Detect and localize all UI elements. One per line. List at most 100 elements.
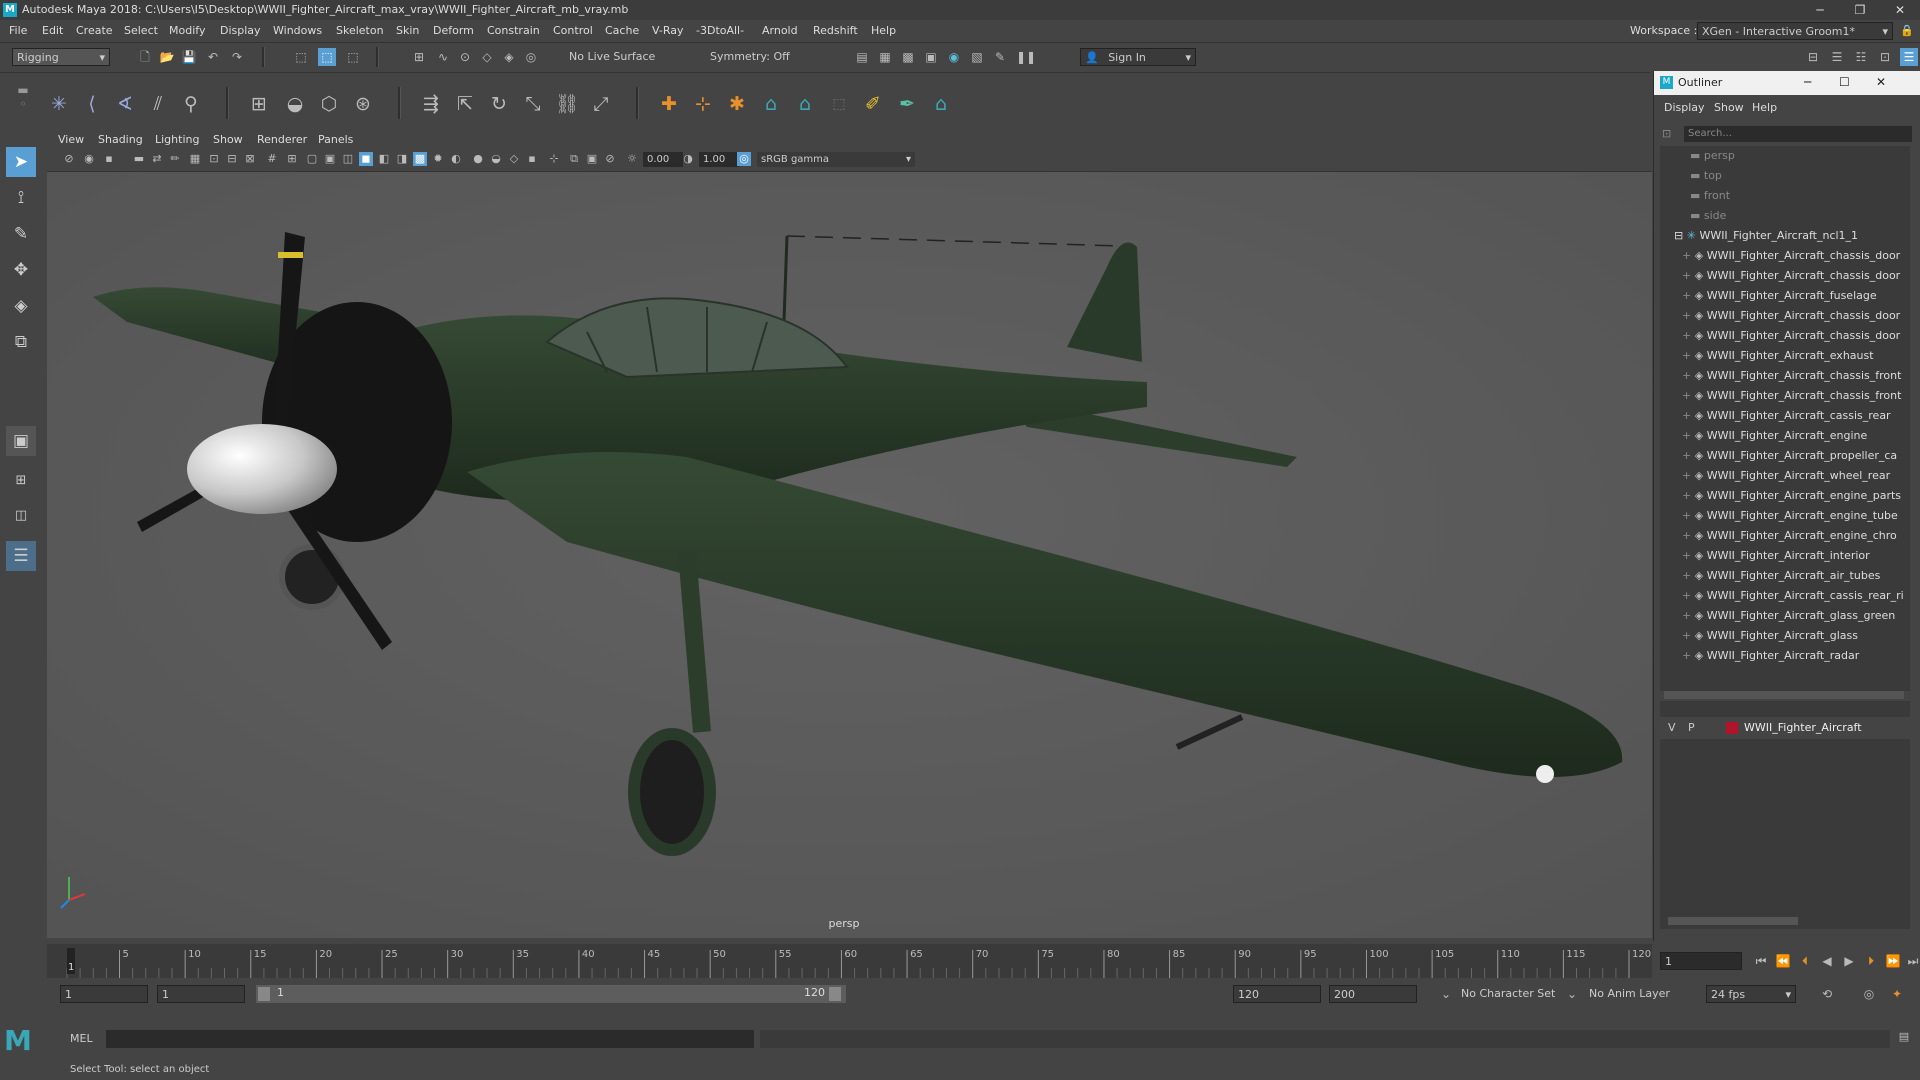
light-editor-icon[interactable]: ✎ [991, 48, 1009, 66]
outliner-search-input[interactable]: Search... [1684, 126, 1912, 142]
scale-tool-icon[interactable]: ⧉ [6, 327, 36, 357]
outliner-item[interactable]: + ◈ WWII_Fighter_Aircraft_cassis_rear_ri [1660, 586, 1910, 606]
resolution-gate-icon[interactable]: ⊟ [225, 152, 239, 166]
step-back-key-icon[interactable]: ⏪ [1774, 952, 1792, 970]
outliner-item[interactable]: + ◈ WWII_Fighter_Aircraft_chassis_door [1660, 266, 1910, 286]
minimize-button[interactable]: ─ [1800, 0, 1840, 20]
xray-joints-icon[interactable]: ▣ [585, 152, 599, 166]
scale-constraint-icon[interactable]: ⤡ [520, 91, 546, 117]
outliner-item[interactable]: + ◈ WWII_Fighter_Aircraft_air_tubes [1660, 566, 1910, 586]
step-forward-key-icon[interactable]: ⏩ [1884, 952, 1902, 970]
rotate-tool-icon[interactable]: ◈ [6, 291, 36, 321]
hypershade-icon[interactable]: ◉ [945, 48, 963, 66]
pole-vector-icon[interactable]: ⤢ [588, 91, 614, 117]
expand-icon[interactable]: + [1682, 369, 1695, 382]
menu-skeleton[interactable]: Skeleton [336, 20, 384, 42]
layer-color-swatch[interactable] [1726, 722, 1738, 734]
render-current-icon[interactable]: ▦ [876, 48, 894, 66]
smooth-shade-icon[interactable]: ◼ [359, 152, 373, 166]
outliner-item[interactable]: + ◈ WWII_Fighter_Aircraft_radar [1660, 646, 1910, 666]
paint-skin-icon[interactable]: ✒ [894, 91, 920, 117]
tool-settings-icon[interactable]: ☷ [1852, 48, 1870, 66]
command-input[interactable] [106, 1030, 754, 1048]
render-settings-icon[interactable]: ▤ [853, 48, 871, 66]
parent-constraint-icon[interactable]: ⛓ [554, 91, 580, 117]
outliner-hscrollbar[interactable] [1664, 691, 1904, 699]
outliner-item[interactable]: + ◈ WWII_Fighter_Aircraft_engine_tube [1660, 506, 1910, 526]
script-editor-icon[interactable]: ▤ [1895, 1030, 1913, 1048]
outliner-menu-display[interactable]: Display [1664, 101, 1705, 114]
shadows-icon[interactable]: ◐ [449, 152, 463, 166]
auto-key-icon[interactable]: ◎ [1860, 985, 1878, 1003]
pause-icon[interactable]: ❚❚ [1016, 48, 1036, 66]
outliner-item[interactable]: + ◈ WWII_Fighter_Aircraft_chassis_front [1660, 386, 1910, 406]
camera-attributes-icon[interactable]: ◉ [82, 152, 96, 166]
image-plane-icon[interactable]: ▬ [132, 152, 146, 166]
snap-view-icon[interactable]: ◇ [478, 48, 496, 66]
range-end-handle[interactable] [829, 987, 841, 1001]
four-view-icon[interactable]: ⊞ [6, 466, 36, 496]
snap-point-icon[interactable]: ⊙ [456, 48, 474, 66]
outliner-item[interactable]: + ◈ WWII_Fighter_Aircraft_chassis_door [1660, 326, 1910, 346]
playback-end-field[interactable]: 120 [1233, 985, 1321, 1003]
select-component-icon[interactable]: ⬚ [344, 48, 362, 66]
outliner-item[interactable]: + ◈ WWII_Fighter_Aircraft_chassis_door [1660, 306, 1910, 326]
lattice-icon[interactable]: ⬡ [316, 91, 342, 117]
field-chart-icon[interactable]: ⊞ [285, 152, 299, 166]
outliner-group[interactable]: ⊟ ✳ WWII_Fighter_Aircraft_ncl1_1 [1660, 226, 1910, 246]
snap-grid-icon[interactable]: ⊞ [410, 48, 428, 66]
grid-icon[interactable]: # [265, 152, 279, 166]
expand-icon[interactable]: + [1682, 249, 1695, 262]
collapse-icon[interactable]: ⊟ [1674, 229, 1687, 242]
outliner-menu-show[interactable]: Show [1714, 101, 1744, 114]
redo-icon[interactable]: ↷ [228, 48, 246, 66]
range-start-handle[interactable] [258, 987, 270, 1001]
xray-icon[interactable]: ⧉ [567, 152, 581, 166]
outliner-layout-icon[interactable]: ☰ [6, 541, 36, 571]
attribute-editor-icon[interactable]: ☰ [1828, 48, 1846, 66]
script-language-label[interactable]: MEL [70, 1032, 93, 1045]
menu-file[interactable]: File [9, 20, 27, 42]
close-button[interactable]: ✕ [1880, 0, 1920, 20]
safe-title-icon[interactable]: ▣ [323, 152, 337, 166]
point-constraint-icon[interactable]: ⇶ [418, 91, 444, 117]
snap-curve-icon[interactable]: ∿ [434, 48, 452, 66]
current-frame-field[interactable]: 1 [1660, 952, 1742, 970]
color-management-icon[interactable]: ◎ [737, 152, 751, 166]
animation-end-field[interactable]: 200 [1329, 985, 1417, 1003]
default-material-icon[interactable]: ◧ [377, 152, 391, 166]
gamma-icon[interactable]: ◑ [681, 152, 695, 166]
layer-visibility-toggle[interactable]: V [1668, 721, 1676, 734]
workspace-dropdown[interactable]: XGen - Interactive Groom1* ▾ [1697, 22, 1893, 40]
maximize-icon[interactable]: ☐ [1839, 75, 1850, 89]
select-tool-icon[interactable]: ➤ [6, 147, 36, 177]
outliner-camera-top[interactable]: ▬ top [1660, 166, 1910, 186]
paint-select-icon[interactable]: ✎ [6, 219, 36, 249]
xray-components-icon[interactable]: ⊘ [603, 152, 617, 166]
modeling-toolkit-icon[interactable]: ⊟ [1804, 48, 1822, 66]
menu-deform[interactable]: Deform [433, 20, 474, 42]
expand-icon[interactable]: + [1682, 469, 1695, 482]
outliner-item[interactable]: + ◈ WWII_Fighter_Aircraft_chassis_door [1660, 246, 1910, 266]
lock-icon[interactable]: 🔒 [1900, 20, 1914, 42]
minimize-icon[interactable]: ─ [1804, 75, 1811, 89]
anim-layer-icon[interactable]: ⌄ [1563, 985, 1581, 1003]
paint-weights-icon[interactable]: ✐ [860, 91, 886, 117]
new-scene-icon[interactable]: 🗋 [136, 48, 154, 66]
step-forward-frame-icon[interactable]: ⏵ [1862, 952, 1880, 970]
two-view-icon[interactable]: ◫ [6, 501, 36, 531]
select-object-icon[interactable]: ⬚ [318, 48, 336, 66]
anti-aliasing-icon[interactable]: ◇ [507, 152, 521, 166]
menu-skin[interactable]: Skin [396, 20, 419, 42]
symmetry-dropdown[interactable]: Symmetry: Off [706, 48, 802, 66]
hik-skeleton-icon[interactable]: ⌂ [792, 91, 818, 117]
outliner-item[interactable]: + ◈ WWII_Fighter_Aircraft_exhaust [1660, 346, 1910, 366]
filter-icon[interactable]: ⊡ [1662, 127, 1671, 140]
safe-action-icon[interactable]: ▢ [305, 152, 319, 166]
exposure-field[interactable]: 0.00 [643, 152, 683, 167]
wireframe-icon[interactable]: ◫ [341, 152, 355, 166]
sign-in-button[interactable]: 👤 Sign In ▾ [1080, 48, 1196, 66]
playback-start-field[interactable]: 1 [157, 985, 245, 1003]
render-setup-icon[interactable]: ▧ [968, 48, 986, 66]
single-view-icon[interactable]: ▣ [6, 426, 36, 456]
